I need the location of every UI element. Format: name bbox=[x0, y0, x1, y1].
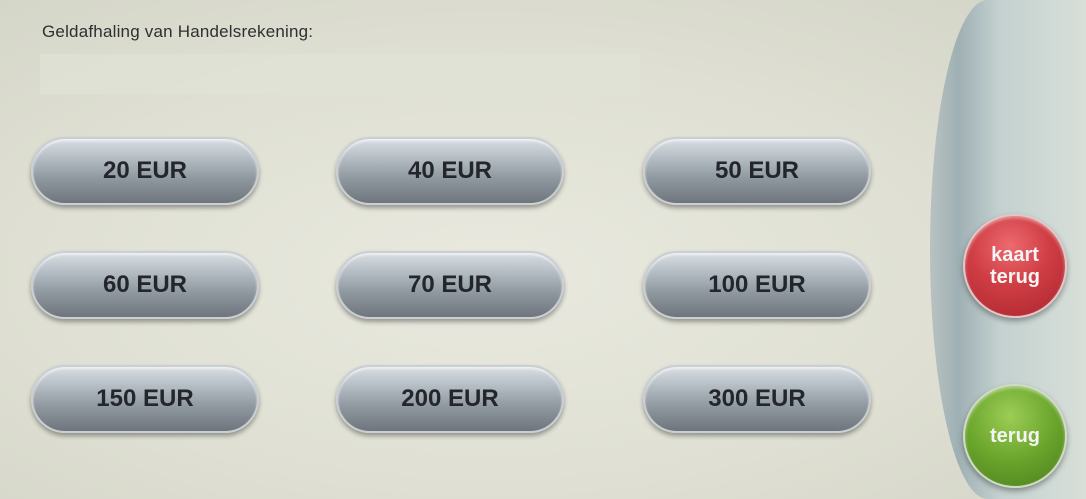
amount-button-40[interactable]: 40 EUR bbox=[336, 137, 564, 205]
card-return-label-line2: terug bbox=[990, 266, 1040, 288]
amount-button-60[interactable]: 60 EUR bbox=[31, 251, 259, 319]
card-return-button[interactable]: kaart terug bbox=[963, 214, 1067, 318]
amount-button-300[interactable]: 300 EUR bbox=[643, 365, 871, 433]
amount-button-50[interactable]: 50 EUR bbox=[643, 137, 871, 205]
amount-button-200[interactable]: 200 EUR bbox=[336, 365, 564, 433]
amount-button-150[interactable]: 150 EUR bbox=[31, 365, 259, 433]
card-return-label: kaart terug bbox=[990, 244, 1040, 288]
title-band bbox=[40, 54, 640, 94]
amount-button-20[interactable]: 20 EUR bbox=[31, 137, 259, 205]
back-button-label: terug bbox=[990, 425, 1040, 447]
atm-screen: Geldafhaling van Handelsrekening: 20 EUR… bbox=[0, 0, 1086, 499]
amount-button-100[interactable]: 100 EUR bbox=[643, 251, 871, 319]
card-return-label-line1: kaart bbox=[991, 244, 1039, 266]
page-title: Geldafhaling van Handelsrekening: bbox=[42, 22, 314, 41]
back-button[interactable]: terug bbox=[963, 384, 1067, 488]
amount-button-70[interactable]: 70 EUR bbox=[336, 251, 564, 319]
